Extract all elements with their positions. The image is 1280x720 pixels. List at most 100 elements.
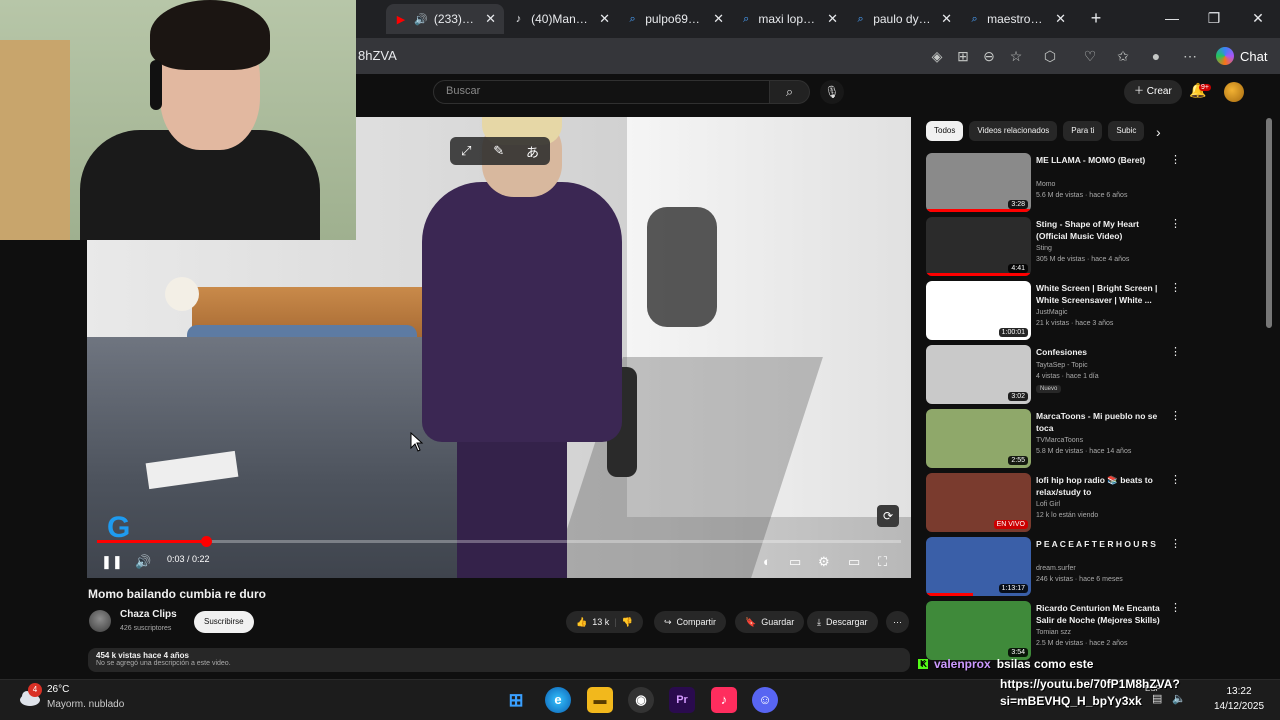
more-options-icon[interactable]: ⋮ [1170,345,1181,358]
tab-search-paulo[interactable]: ⌕ paulo dybal ✕ [846,4,960,34]
chip-for-you[interactable]: Para ti [1063,121,1103,141]
favorite-star-icon[interactable]: ☆ [1006,46,1026,66]
progress-bar[interactable] [97,536,901,547]
recommendation-title[interactable]: lofi hip hop radio 📚 beats to relax/stud… [1036,474,1164,498]
chip-all[interactable]: Todos [926,121,964,141]
chevron-right-icon[interactable]: › [1156,124,1161,140]
recommendation-channel[interactable]: JustMagic [1036,308,1068,318]
obs-app[interactable]: ◉ [628,687,654,713]
recommendation-item[interactable]: 3:28 ME LLAMA - MOMO (Beret) Momo 5.6 M de … [926,153,1266,213]
recommendation-item[interactable]: 1:13:17 P E A C E A F T E R H O U R S drea… [926,537,1266,597]
create-button[interactable]: ＋ Crear [1124,80,1182,104]
address-bar[interactable]: 8hZVA [358,48,397,63]
recommendation-channel[interactable]: Momo [1036,180,1055,190]
tab-search-pulpo[interactable]: ⌕ pulpo69 - B ✕ [618,4,732,34]
recommendation-item[interactable]: 1:00:01 White Screen | Bright Screen | Wh… [926,281,1266,341]
chip-related[interactable]: Videos relacionados [969,121,1058,141]
recommendation-item[interactable]: EN VIVO lofi hip hop radio 📚 beats to rel… [926,473,1266,533]
video-thumbnail[interactable]: 4:41 [926,217,1031,276]
captions-button[interactable]: ▭ [789,552,801,572]
save-button[interactable]: 🔖 Guardar [735,611,805,633]
temperature[interactable]: 26°C [47,684,69,695]
search-button[interactable]: ⌕ [770,80,810,104]
weather-description[interactable]: Mayorm. nublado [47,699,124,710]
more-options-icon[interactable]: ⋮ [1170,409,1181,422]
thumbs-down-icon[interactable]: 👎 [622,611,633,633]
channel-name[interactable]: Chaza Clips [120,609,177,620]
copilot-compose-icon[interactable]: ◈ [927,46,947,66]
volume-button[interactable]: 🔊 [135,552,151,572]
apps-icon[interactable]: ⊞ [953,46,973,66]
more-options-icon[interactable]: ⋮ [1170,537,1181,550]
pause-button[interactable]: ❚❚ [101,552,123,572]
start-button[interactable]: ⊞ [503,687,529,713]
more-options-icon[interactable]: ⋮ [1170,281,1181,294]
edge-app[interactable]: e [545,687,571,713]
theater-mode-button[interactable]: ▭ [848,552,860,572]
profile-icon[interactable]: ● [1146,46,1166,66]
premiere-app[interactable]: Pr [669,687,695,713]
tab-youtube[interactable]: ▶ 🔊 (233) M ✕ [386,4,504,34]
video-thumbnail[interactable]: 3:28 [926,153,1031,212]
recommendation-title[interactable]: Ricardo Centurion Me Encanta Salir de No… [1036,602,1164,626]
more-options-icon[interactable]: ⋮ [1170,601,1181,614]
recommendation-item[interactable]: 3:54 Ricardo Centurion Me Encanta Salir d… [926,601,1266,661]
recommendation-channel[interactable]: dream.surfer [1036,564,1076,574]
discord-app[interactable]: ☺ [752,687,778,713]
tab-search-maxi[interactable]: ⌕ maxi lopez c ✕ [732,4,846,34]
recommendation-channel[interactable]: TaytaSep - Topic [1036,361,1088,371]
minimize-button[interactable]: — [1152,6,1192,30]
tiktok-app[interactable]: ♪ [711,687,737,713]
share-button[interactable]: ↪ Compartir [654,611,727,633]
notes-icon[interactable]: ✎ [493,143,504,159]
video-thumbnail[interactable]: EN VIVO [926,473,1031,532]
close-tab-icon[interactable]: ✕ [485,11,496,27]
recommendation-channel[interactable]: Tomian szz [1036,628,1071,638]
recommendation-channel[interactable]: TVMarcaToons [1036,436,1083,446]
subscribe-button[interactable]: Suscribirse [194,611,254,633]
close-tab-icon[interactable]: ✕ [713,11,724,27]
more-menu-icon[interactable]: ⋯ [1180,46,1200,66]
recommendation-item[interactable]: 4:41 Sting - Shape of My Heart (Official … [926,217,1266,277]
video-thumbnail[interactable]: 1:00:01 [926,281,1031,340]
new-tab-button[interactable]: + [1086,8,1106,28]
video-thumbnail[interactable]: 3:02 [926,345,1031,404]
favorites-icon[interactable]: ✩ [1113,46,1133,66]
copilot-chat-button[interactable]: Chat [1212,43,1275,69]
tab-search-maestro[interactable]: ⌕ maestro spl ✕ [960,4,1074,34]
video-thumbnail[interactable]: 3:54 [926,601,1031,660]
close-window-button[interactable]: ✕ [1238,6,1278,30]
recommendation-item[interactable]: 3:02 Confesiones TaytaSep - Topic 4 vistas … [926,345,1266,405]
sync-icon[interactable]: ⟳ [877,505,899,527]
fullscreen-button[interactable]: ⛶ [878,552,887,572]
recommendation-channel[interactable]: Lofi Girl [1036,500,1060,510]
tab-tiktok[interactable]: ♪ (40)Mante ( ✕ [504,4,618,34]
description-box[interactable]: 454 k vistas hace 4 años No se agregó un… [88,648,910,672]
exit-fullscreen-icon[interactable]: ⤢ [461,143,471,159]
search-input[interactable]: Buscar [433,80,770,104]
video-thumbnail[interactable]: 1:13:17 [926,537,1031,596]
download-button[interactable]: ⤓ Descargar [807,611,878,633]
more-options-icon[interactable]: ⋮ [1170,473,1181,486]
voice-search-button[interactable]: 🎙 [820,80,844,104]
channel-avatar[interactable] [89,610,111,632]
scrollbar[interactable] [1266,118,1272,328]
maximize-button[interactable]: ❐ [1194,6,1234,30]
file-explorer-app[interactable]: ▬ [587,687,613,713]
settings-button[interactable]: ⚙ [818,552,830,572]
like-button[interactable]: 👍 13 k | 👎 [566,611,643,633]
browser-essentials-icon[interactable]: ♡ [1080,46,1100,66]
recommendation-item[interactable]: 2:55 MarcaToons - Mi pueblo no se toca TVM… [926,409,1266,469]
close-tab-icon[interactable]: ✕ [1055,11,1066,27]
recommendation-title[interactable]: Sting - Shape of My Heart (Official Musi… [1036,218,1164,242]
extensions-icon[interactable]: ⬡ [1040,46,1060,66]
recommendation-title[interactable]: MarcaToons - Mi pueblo no se toca [1036,410,1164,434]
recommendation-title[interactable]: ME LLAMA - MOMO (Beret) [1036,154,1164,166]
close-tab-icon[interactable]: ✕ [827,11,838,27]
recommendation-title[interactable]: P E A C E A F T E R H O U R S [1036,538,1164,550]
translate-icon[interactable]: あ [526,142,539,161]
zoom-icon[interactable]: ⊖ [979,46,999,66]
system-clock[interactable]: 13:22 14/12/2025 [1204,684,1274,714]
account-avatar[interactable] [1224,82,1244,102]
speaker-icon[interactable]: 🔊 [414,12,428,26]
